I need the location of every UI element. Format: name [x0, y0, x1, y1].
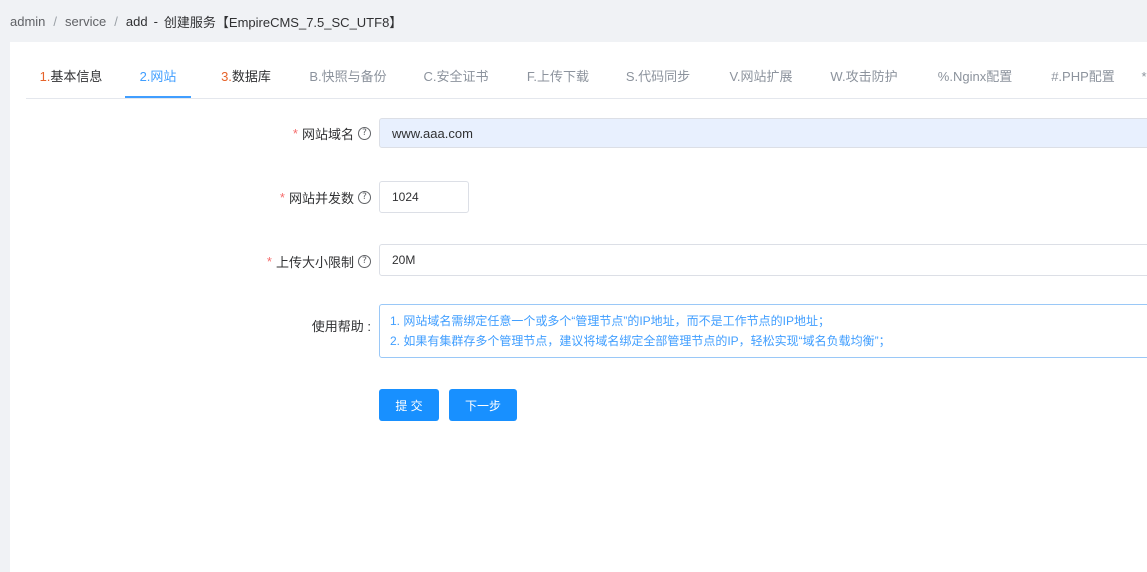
upload-limit-label-text: 上传大小限制 — [275, 255, 354, 270]
tab-label: 网站 — [150, 69, 177, 84]
tab-number: 1. — [39, 69, 51, 84]
tab-code-sync[interactable]: S.代码同步 — [613, 60, 703, 98]
tab-number: %. — [937, 69, 953, 84]
tab-basic-info[interactable]: 1.基本信息 — [26, 60, 116, 98]
tab-website[interactable]: 2.网站 — [125, 60, 191, 98]
tab-label: PHP配置 — [1062, 69, 1115, 84]
main-panel: 1.基本信息 2.网站 3.数据库 B.快照与备份 C.安全证书 F.上传下载 … — [10, 42, 1147, 572]
tab-number: * — [1141, 69, 1147, 84]
concurrency-label-text: 网站并发数 — [288, 191, 354, 206]
tab-label: 安全证书 — [436, 69, 489, 84]
breadcrumb: admin / service / add - 创建服务【EmpireCMS_7… — [0, 0, 1147, 42]
tab-number: 2. — [139, 69, 151, 84]
required-mark: * — [279, 190, 285, 205]
tab-number: C. — [423, 69, 437, 84]
upload-limit-label: * 上传大小限制 ? — [267, 252, 371, 271]
tab-ssl-certificate[interactable]: C.安全证书 — [411, 60, 501, 98]
question-circle-icon[interactable]: ? — [358, 127, 371, 140]
tab-more[interactable]: * — [1138, 60, 1147, 98]
tab-upload-download[interactable]: F.上传下载 — [513, 60, 603, 98]
breadcrumb-dash: - — [153, 13, 158, 29]
upload-limit-input[interactable] — [379, 244, 1147, 276]
breadcrumb-separator: / — [114, 13, 118, 29]
tab-label: 基本信息 — [50, 69, 103, 84]
tab-label: 网站扩展 — [740, 69, 793, 84]
tab-number: V. — [729, 69, 741, 84]
tab-label: 快照与备份 — [321, 69, 387, 84]
help-line-1: 1. 网站域名需绑定任意一个或多个“管理节点”的IP地址，而不是工作节点的IP地… — [390, 314, 831, 328]
help-label: 使用帮助 : — [312, 316, 371, 335]
help-line-2: 2. 如果有集群存多个管理节点，建议将域名绑定全部管理节点的IP，轻松实现“域名… — [390, 334, 891, 348]
question-circle-icon[interactable]: ? — [358, 255, 371, 268]
breadcrumb-service[interactable]: service — [65, 14, 106, 29]
next-step-button[interactable]: 下一步 — [449, 389, 517, 421]
tab-number: S. — [625, 69, 639, 84]
tab-php-config[interactable]: #.PHP配置 — [1038, 60, 1128, 98]
help-box: 1. 网站域名需绑定任意一个或多个“管理节点”的IP地址，而不是工作节点的IP地… — [379, 304, 1147, 358]
tab-number: 3. — [221, 69, 232, 84]
domain-input[interactable] — [379, 118, 1147, 148]
tab-label: 上传下载 — [537, 69, 590, 84]
tab-bar: 1.基本信息 2.网站 3.数据库 B.快照与备份 C.安全证书 F.上传下载 … — [26, 60, 1147, 99]
tab-label: 代码同步 — [638, 69, 691, 84]
tab-label: Nginx配置 — [952, 69, 1013, 84]
breadcrumb-add: add — [125, 13, 148, 29]
tab-label: 数据库 — [231, 69, 271, 84]
tab-database[interactable]: 3.数据库 — [206, 60, 286, 98]
tab-attack-protection[interactable]: W.攻击防护 — [817, 60, 911, 98]
tab-site-extension[interactable]: V.网站扩展 — [715, 60, 807, 98]
breadcrumb-admin[interactable]: admin — [10, 14, 45, 29]
concurrency-input[interactable] — [379, 181, 469, 213]
tab-number: B. — [309, 69, 322, 84]
tab-number: F. — [526, 69, 538, 84]
concurrency-label: * 网站并发数 ? — [280, 188, 371, 207]
tab-number: W. — [830, 69, 846, 84]
tab-snapshot-backup[interactable]: B.快照与备份 — [298, 60, 398, 98]
tab-label: 攻击防护 — [845, 69, 898, 84]
breadcrumb-separator: / — [53, 13, 58, 29]
question-circle-icon[interactable]: ? — [358, 191, 371, 204]
page-title: 创建服务【EmpireCMS_7.5_SC_UTF8】 — [163, 14, 403, 30]
required-mark: * — [292, 126, 298, 141]
required-mark: * — [266, 254, 272, 269]
tab-number: #. — [1051, 69, 1063, 84]
tab-nginx-config[interactable]: %.Nginx配置 — [925, 60, 1025, 98]
submit-button[interactable]: 提 交 — [379, 389, 439, 421]
help-label-text: 使用帮助 : — [311, 319, 371, 334]
domain-label-text: 网站域名 — [301, 127, 354, 142]
domain-label: * 网站域名 ? — [293, 124, 371, 143]
